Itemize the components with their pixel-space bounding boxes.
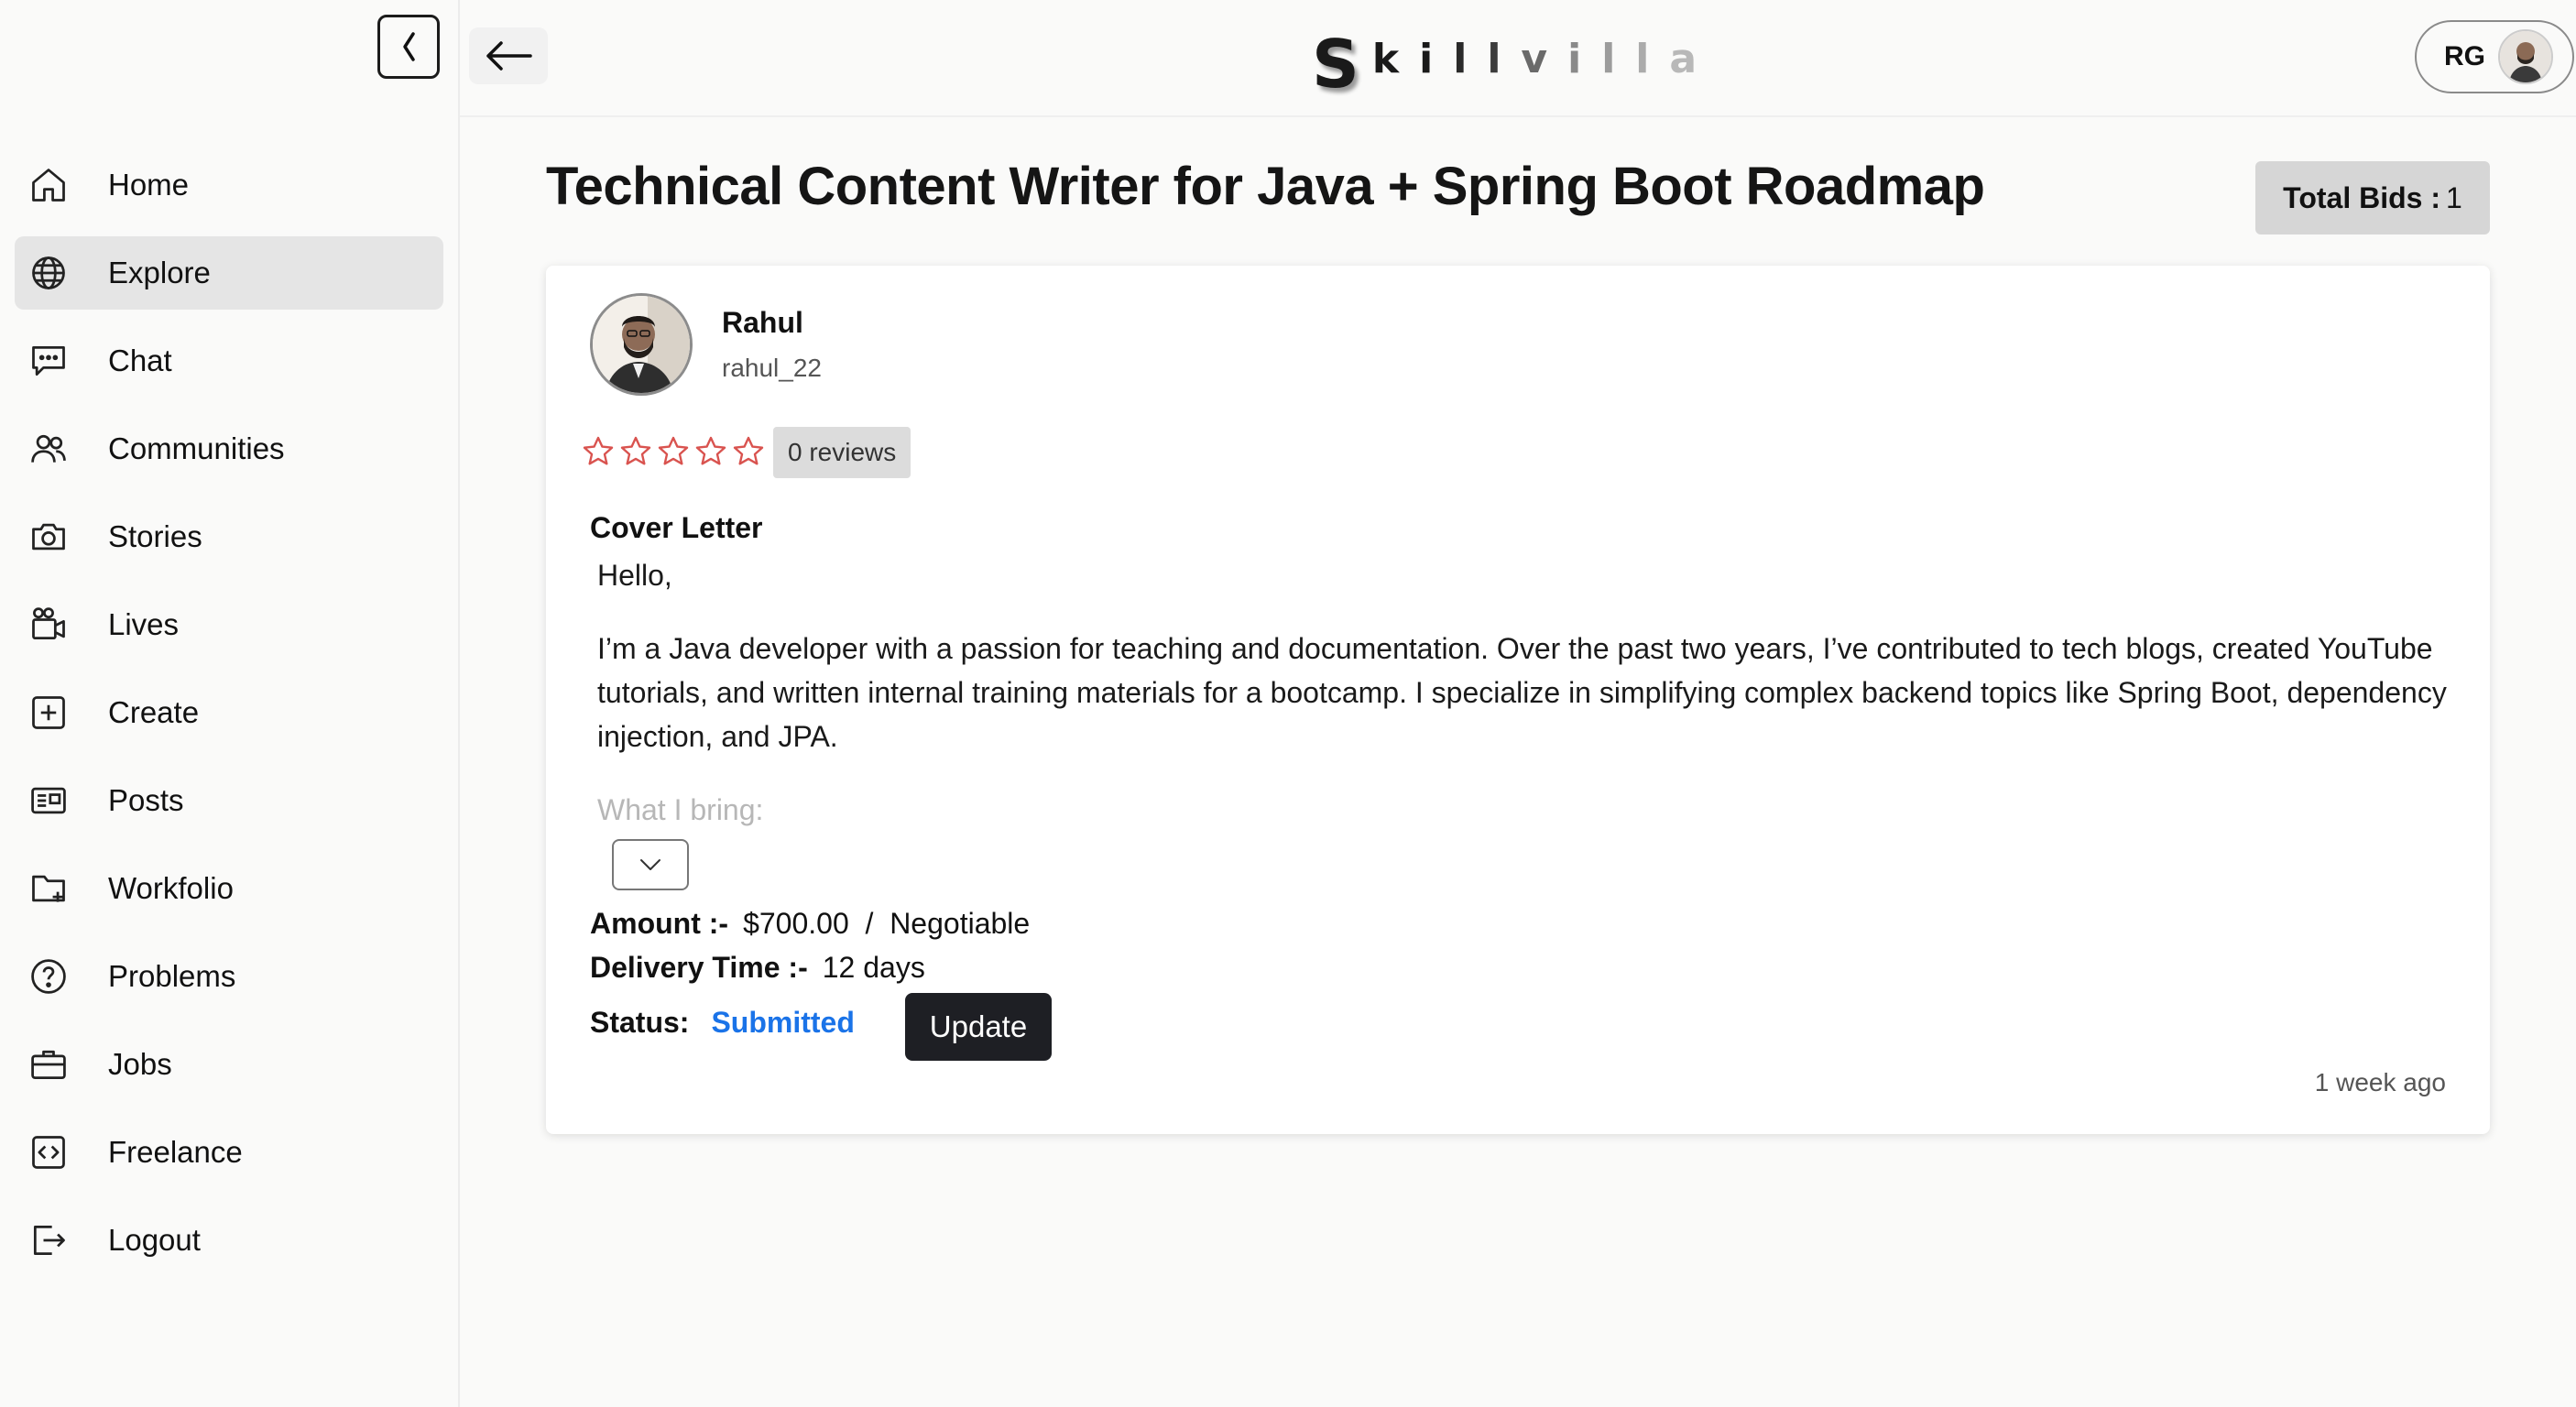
- logo-initial: S: [1312, 26, 1359, 103]
- sidebar-item-home[interactable]: Home: [15, 148, 443, 222]
- chevron-down-icon: [640, 859, 660, 870]
- sidebar-item-workfolio[interactable]: Workfolio: [15, 852, 443, 925]
- logo-letter: i: [1419, 35, 1434, 82]
- logo-letter: v: [1521, 35, 1548, 82]
- page-title: Technical Content Writer for Java + Spri…: [546, 157, 1985, 216]
- logo-letter: a: [1669, 35, 1697, 82]
- star-icon: [620, 436, 651, 465]
- sidebar-item-label: Jobs: [108, 1047, 172, 1081]
- home-icon: [27, 164, 70, 206]
- sidebar-item-logout[interactable]: Logout: [15, 1204, 443, 1277]
- cover-letter-heading: Cover Letter: [590, 511, 763, 544]
- sidebar-item-jobs[interactable]: Jobs: [15, 1028, 443, 1101]
- sidebar-item-communities[interactable]: Communities: [15, 412, 443, 485]
- delivery-label: Delivery Time :-: [590, 951, 808, 984]
- code-square-icon: [27, 1131, 70, 1173]
- collapse-sidebar-button[interactable]: [377, 15, 440, 79]
- profile-initials: RG: [2444, 41, 2485, 71]
- total-bids-value: 1: [2446, 180, 2462, 214]
- sidebar-item-label: Create: [108, 695, 200, 729]
- sidebar-item-label: Freelance: [108, 1135, 243, 1169]
- total-bids-badge: Total Bids : 1: [2255, 161, 2490, 234]
- sidebar-item-freelance[interactable]: Freelance: [15, 1116, 443, 1189]
- cover-letter-body: Hello, I’m a Java developer with a passi…: [597, 553, 2448, 828]
- sidebar-item-explore[interactable]: Explore: [15, 236, 443, 310]
- sidebar-item-label: Workfolio: [108, 871, 234, 905]
- profile-menu-button[interactable]: RG: [2415, 20, 2574, 93]
- cover-letter-paragraph: I’m a Java developer with a passion for …: [597, 632, 2447, 753]
- sidebar-item-label: Problems: [108, 959, 236, 993]
- sidebar-item-label: Communities: [108, 431, 285, 465]
- star-icon: [583, 436, 614, 465]
- sidebar-item-label: Logout: [108, 1223, 201, 1257]
- top-bar: S k i l l v i l l a RG: [460, 0, 2576, 117]
- bidder-name[interactable]: Rahul: [722, 306, 803, 340]
- cover-letter-faded-line: What I bring:: [597, 793, 764, 826]
- update-button[interactable]: Update: [905, 993, 1052, 1061]
- avatar[interactable]: [590, 293, 693, 396]
- status-badge: Submitted: [711, 1006, 855, 1039]
- sidebar-item-lives[interactable]: Lives: [15, 588, 443, 661]
- sidebar-item-label: Stories: [108, 519, 202, 553]
- avatar: [2498, 29, 2553, 84]
- briefcase-icon: [27, 1043, 70, 1085]
- globe-icon: [27, 252, 70, 294]
- delivery-value: 12 days: [822, 951, 925, 984]
- logo-letter: k: [1371, 35, 1400, 82]
- plus-square-icon: [27, 692, 70, 734]
- logo-wordmark: k i l l v i l l a: [1372, 36, 1717, 82]
- chat-icon: [27, 340, 70, 382]
- sidebar-item-label: Lives: [108, 607, 180, 641]
- video-icon: [27, 604, 70, 646]
- arrow-left-icon: [486, 41, 532, 71]
- back-button[interactable]: [469, 27, 548, 84]
- sidebar-nav: Home Explore Chat Communities Stories Li…: [15, 148, 443, 1292]
- chevron-left-icon: [403, 32, 415, 61]
- reviews-count-badge[interactable]: 0 reviews: [773, 427, 911, 478]
- sidebar-item-chat[interactable]: Chat: [15, 324, 443, 398]
- sidebar-item-problems[interactable]: Problems: [15, 940, 443, 1013]
- bid-card: Rahul rahul_22 0 reviews Cover Letter He…: [546, 266, 2490, 1134]
- sidebar-item-posts[interactable]: Posts: [15, 764, 443, 837]
- sidebar-item-label: Explore: [108, 256, 211, 289]
- total-bids-label: Total Bids :: [2283, 180, 2441, 214]
- logo-letter: i: [1567, 35, 1582, 82]
- delivery-row: Delivery Time :- 12 days: [590, 951, 925, 985]
- expand-cover-letter-button[interactable]: [612, 839, 689, 890]
- camera-icon: [27, 516, 70, 558]
- posted-time: 1 week ago: [2314, 1068, 2446, 1096]
- newspaper-icon: [27, 780, 70, 822]
- bidder-username: rahul_22: [722, 354, 822, 382]
- status-row: Status: Submitted: [590, 1006, 855, 1040]
- status-label: Status:: [590, 1006, 690, 1039]
- star-icon: [733, 436, 764, 465]
- star-icon: [695, 436, 726, 465]
- sidebar-item-label: Home: [108, 168, 190, 202]
- logo-letter: l: [1635, 35, 1650, 82]
- sidebar-item-create[interactable]: Create: [15, 676, 443, 749]
- logo-letter: l: [1487, 35, 1501, 82]
- logo-letter: l: [1453, 35, 1468, 82]
- amount-row: Amount :- $700.00 / Negotiable: [590, 907, 1030, 941]
- cover-letter-greeting: Hello,: [597, 559, 672, 592]
- question-circle-icon: [27, 955, 70, 998]
- folder-plus-icon: [27, 867, 70, 910]
- sidebar: Home Explore Chat Communities Stories Li…: [0, 0, 460, 1407]
- star-icon: [658, 436, 689, 465]
- star-rating: [581, 434, 769, 469]
- users-icon: [27, 428, 70, 470]
- sidebar-item-label: Posts: [108, 783, 184, 817]
- logo-letter: l: [1601, 35, 1616, 82]
- skillvilla-logo[interactable]: S k i l l v i l l a: [1312, 22, 1717, 103]
- sidebar-item-label: Chat: [108, 344, 172, 377]
- amount-value: $700.00 / Negotiable: [743, 907, 1031, 940]
- amount-label: Amount :-: [590, 907, 729, 940]
- logout-icon: [27, 1219, 70, 1261]
- sidebar-item-stories[interactable]: Stories: [15, 500, 443, 573]
